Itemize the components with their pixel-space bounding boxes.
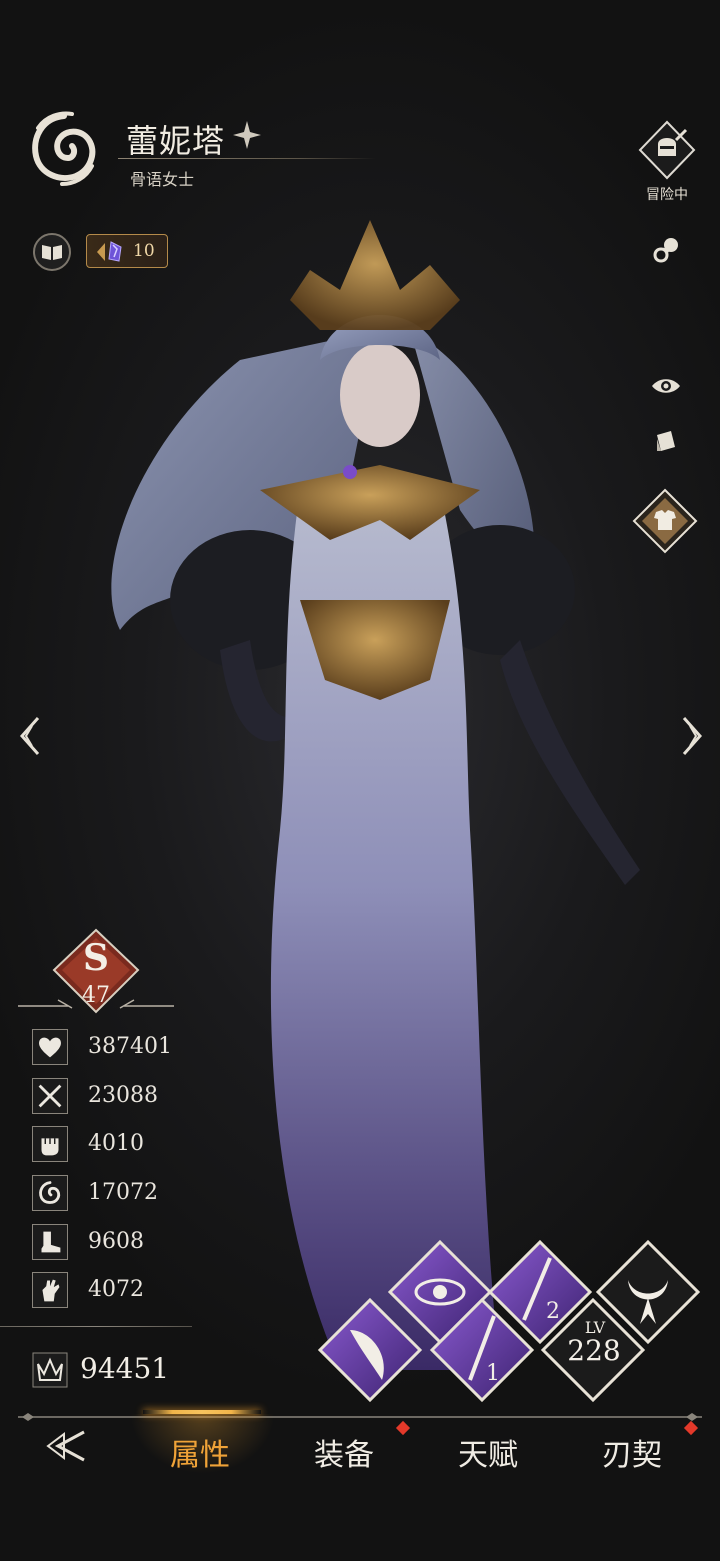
- stat-skill-value: 4072: [88, 1277, 144, 1302]
- svg-text:1: 1: [486, 1361, 500, 1386]
- tab-attributes[interactable]: 属性: [170, 1430, 230, 1474]
- spiral-wind-emblem-icon: [32, 111, 96, 186]
- adventure-status-button[interactable]: 冒险中: [636, 120, 696, 204]
- wing-skill-icon[interactable]: [317, 1297, 423, 1403]
- tab-blade-pact[interactable]: 刃契: [602, 1430, 662, 1474]
- stat-row-defense: 4010: [32, 1126, 192, 1162]
- combat-power-value: 94451: [80, 1352, 170, 1385]
- nav-divider: [18, 1413, 702, 1421]
- active-tab-indicator: [143, 1410, 261, 1414]
- stat-attack-value: 23088: [88, 1083, 158, 1108]
- stat-speed-value: 9608: [88, 1229, 144, 1254]
- crown-power-icon: [32, 1352, 68, 1388]
- rank-letter: S: [83, 937, 109, 979]
- skills-cluster: 2 1: [317, 1239, 701, 1403]
- stat-row-hp: 387401: [32, 1029, 192, 1065]
- eye-icon: [652, 379, 680, 393]
- stat-row-magic: 17072: [32, 1175, 192, 1211]
- tshirt-icon: [632, 488, 698, 554]
- character-title: 骨语女士: [130, 170, 195, 189]
- svg-text:2: 2: [546, 1299, 560, 1324]
- adventure-label: 冒险中: [646, 187, 688, 203]
- prev-character-arrow[interactable]: [14, 714, 44, 758]
- sword-attack-icon: [32, 1078, 68, 1114]
- lore-book-button[interactable]: [33, 233, 71, 271]
- stat-hp-value: 387401: [88, 1034, 172, 1059]
- stat-row-speed: 9608: [32, 1224, 192, 1260]
- tab-equipment[interactable]: 装备: [314, 1430, 374, 1474]
- knight-helmet-sword-icon: [638, 120, 696, 180]
- name-divider: [118, 158, 376, 159]
- four-point-star-icon: [233, 121, 261, 149]
- stat-defense-value: 4010: [88, 1131, 144, 1156]
- heart-hp-icon: [32, 1029, 68, 1065]
- back-arrow-icon[interactable]: [38, 1426, 92, 1466]
- tab-talent[interactable]: 天赋: [458, 1430, 518, 1474]
- stats-divider: [0, 1326, 192, 1327]
- level-value: 228: [567, 1334, 621, 1367]
- card-icon: [657, 431, 675, 451]
- pacifier-button[interactable]: [646, 232, 686, 272]
- character-name: 蕾妮塔: [126, 122, 226, 160]
- outfit-button[interactable]: [632, 488, 698, 554]
- rank-badge: S 47: [18, 928, 174, 1014]
- open-book-icon: [42, 245, 62, 260]
- crystal-count: 10: [133, 241, 155, 261]
- rank-value: 47: [82, 983, 110, 1008]
- fist-icon: [32, 1126, 68, 1162]
- next-character-arrow[interactable]: [678, 714, 708, 758]
- crystal-badge[interactable]: 10: [86, 234, 168, 268]
- stat-row-skill: 4072: [32, 1272, 192, 1308]
- boot-speed-icon: [32, 1224, 68, 1260]
- combat-power-row: 94451: [32, 1350, 202, 1390]
- card-button[interactable]: [646, 422, 686, 462]
- swirl-icon: [32, 1175, 68, 1211]
- pacifier-icon: [653, 238, 678, 263]
- stat-magic-value: 17072: [88, 1180, 158, 1205]
- hand-icon: [32, 1272, 68, 1308]
- view-toggle-button[interactable]: [646, 366, 686, 406]
- purple-crystal-icon: [97, 241, 122, 262]
- stat-row-attack: 23088: [32, 1078, 192, 1114]
